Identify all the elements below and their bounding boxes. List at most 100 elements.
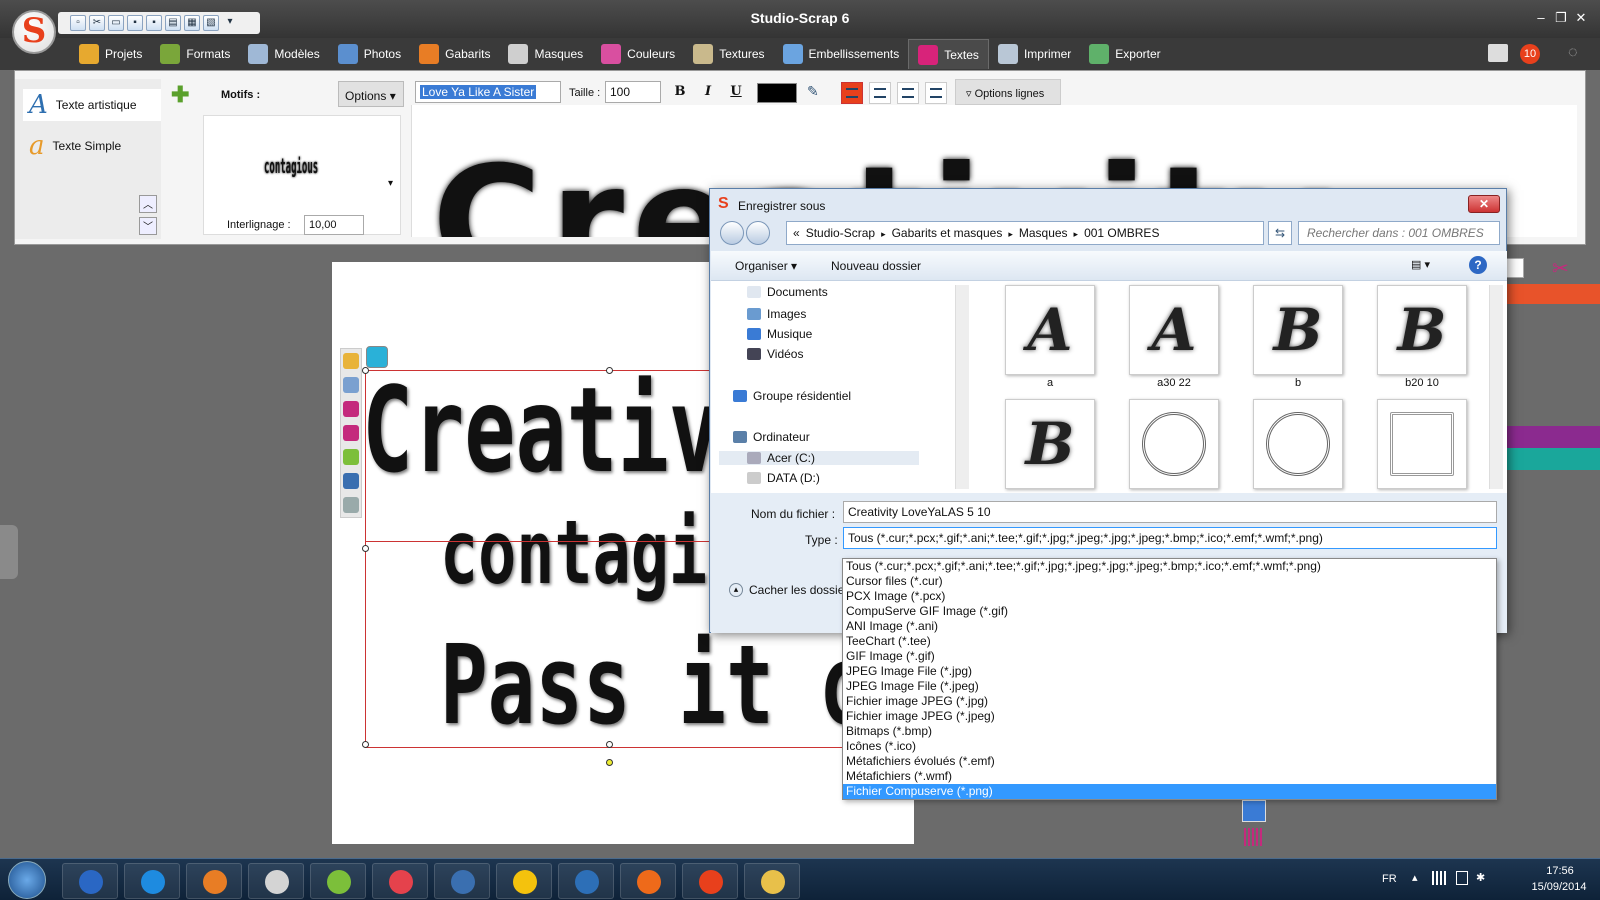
- dialog-close-button[interactable]: ✕: [1468, 195, 1500, 213]
- file-thumbnail[interactable]: [1129, 399, 1219, 489]
- file-name[interactable]: a30 22: [1114, 377, 1234, 389]
- italic-button[interactable]: I: [697, 81, 719, 103]
- underline-button[interactable]: U: [725, 81, 747, 103]
- print-icon[interactable]: ▤: [165, 15, 181, 31]
- options-button[interactable]: Options ▾: [338, 81, 404, 107]
- menu-masques[interactable]: Masques: [499, 39, 592, 69]
- clock-date[interactable]: 15/09/2014: [1524, 881, 1594, 893]
- line-spacing-input[interactable]: 10,00: [304, 215, 364, 235]
- language-indicator[interactable]: FR: [1382, 873, 1397, 885]
- save-as-icon[interactable]: ▪: [146, 15, 162, 31]
- file-thumbnail[interactable]: [1377, 399, 1467, 489]
- taskbar-app[interactable]: [62, 863, 118, 899]
- resize-handle[interactable]: [362, 741, 369, 748]
- menu-couleurs[interactable]: Couleurs: [592, 39, 684, 69]
- file-thumbnail[interactable]: A: [1129, 285, 1219, 375]
- breadcrumb-item[interactable]: Gabarits et masques: [892, 226, 1003, 240]
- menu-textes[interactable]: Textes: [908, 39, 989, 69]
- send-backward-icon[interactable]: [343, 425, 359, 441]
- file-name[interactable]: b20 10: [1362, 377, 1482, 389]
- help-icon[interactable]: ◌: [1568, 44, 1586, 64]
- menu-embellissements[interactable]: Embellissements: [774, 39, 909, 69]
- back-icon[interactable]: [720, 221, 744, 245]
- tree-item[interactable]: DATA (D:): [747, 471, 820, 485]
- file-type-option[interactable]: JPEG Image File (*.jpg): [843, 664, 1496, 679]
- taskbar-app[interactable]: [372, 863, 428, 899]
- file-name[interactable]: b: [1238, 377, 1358, 389]
- lock-icon[interactable]: [343, 353, 359, 369]
- file-thumbnail[interactable]: B: [1005, 399, 1095, 489]
- taskbar-app[interactable]: [682, 863, 738, 899]
- bring-forward-icon[interactable]: [343, 401, 359, 417]
- menu-textures[interactable]: Textures: [684, 39, 773, 69]
- refresh-icon[interactable]: ⇆: [1268, 221, 1292, 245]
- file-type-option[interactable]: Bitmaps (*.bmp): [843, 724, 1496, 739]
- bold-button[interactable]: B: [669, 81, 691, 103]
- menu-imprimer[interactable]: Imprimer: [989, 39, 1080, 69]
- menu-photos[interactable]: Photos: [329, 39, 410, 69]
- tree-item[interactable]: Vidéos: [747, 347, 803, 361]
- restore-icon[interactable]: ❐: [1552, 10, 1570, 26]
- file-type-option[interactable]: Tous (*.cur;*.pcx;*.gif;*.ani;*.tee;*.gi…: [843, 559, 1496, 574]
- hide-folders-button[interactable]: ▴ Cacher les dossiers: [729, 583, 854, 597]
- breadcrumb-separator-icon[interactable]: ▸: [1008, 229, 1013, 239]
- scroll-down-icon[interactable]: ﹀: [139, 217, 157, 235]
- file-type-option[interactable]: PCX Image (*.pcx): [843, 589, 1496, 604]
- chevron-down-icon[interactable]: ▾: [388, 178, 393, 189]
- file-type-option[interactable]: Métafichiers évolués (*.emf): [843, 754, 1496, 769]
- file-type-option[interactable]: JPEG Image File (*.jpeg): [843, 679, 1496, 694]
- file-type-option[interactable]: GIF Image (*.gif): [843, 649, 1496, 664]
- breadcrumb-separator-icon[interactable]: ▸: [881, 229, 886, 239]
- text-simple-button[interactable]: a Texte Simple: [23, 131, 121, 161]
- tree-item[interactable]: Images: [747, 307, 806, 321]
- file-type-option[interactable]: TeeChart (*.tee): [843, 634, 1496, 649]
- taskbar-app[interactable]: [434, 863, 490, 899]
- clock-time[interactable]: 17:56: [1530, 865, 1590, 877]
- breadcrumb-item[interactable]: 001 OMBRES: [1084, 226, 1159, 240]
- size-select[interactable]: 100: [605, 81, 661, 103]
- notification-badge[interactable]: 10: [1520, 44, 1540, 64]
- app-logo[interactable]: S: [12, 10, 56, 54]
- organize-button[interactable]: Organiser ▾: [735, 259, 797, 273]
- breadcrumb-item[interactable]: «: [793, 226, 800, 240]
- add-icon[interactable]: [343, 449, 359, 465]
- taskbar-app[interactable]: [124, 863, 180, 899]
- font-select[interactable]: Love Ya Like A Sister: [415, 81, 561, 103]
- file-thumbnail[interactable]: A: [1005, 285, 1095, 375]
- menu-formats[interactable]: Formats: [151, 39, 239, 69]
- notes-icon[interactable]: [1488, 44, 1508, 62]
- text-artistic-button[interactable]: A Texte artistique: [23, 89, 161, 121]
- help-icon[interactable]: ?: [1469, 256, 1487, 274]
- scissors-icon[interactable]: ✂: [1552, 256, 1569, 281]
- export-icon[interactable]: ▦: [184, 15, 200, 31]
- save-icon[interactable]: ▪: [127, 15, 143, 31]
- resize-handle[interactable]: [606, 741, 613, 748]
- justify-button[interactable]: [925, 82, 947, 104]
- file-thumbnail[interactable]: B: [1377, 285, 1467, 375]
- align-right-button[interactable]: [897, 82, 919, 104]
- file-type-option[interactable]: Fichier image JPEG (*.jpeg): [843, 709, 1496, 724]
- tree-item[interactable]: Acer (C:): [719, 451, 919, 465]
- file-type-option[interactable]: CompuServe GIF Image (*.gif): [843, 604, 1496, 619]
- file-type-option[interactable]: Métafichiers (*.wmf): [843, 769, 1496, 784]
- rotate-handle[interactable]: [606, 759, 613, 766]
- file-type-option[interactable]: ANI Image (*.ani): [843, 619, 1496, 634]
- view-icon[interactable]: ▤ ▾: [1411, 258, 1445, 274]
- add-motif-icon[interactable]: ✚: [171, 84, 193, 107]
- align-center-button[interactable]: [869, 82, 891, 104]
- forward-icon[interactable]: [746, 221, 770, 245]
- taskbar-app[interactable]: [186, 863, 242, 899]
- properties-icon[interactable]: [343, 497, 359, 513]
- shadow-icon[interactable]: [343, 473, 359, 489]
- breadcrumb-item[interactable]: Studio-Scrap: [806, 226, 875, 240]
- align-left-button[interactable]: [841, 82, 863, 104]
- file-type-option[interactable]: Icônes (*.ico): [843, 739, 1496, 754]
- chevron-down-icon[interactable]: ▾: [222, 15, 238, 31]
- network-icon[interactable]: ✱: [1476, 871, 1490, 885]
- close-icon[interactable]: ✕: [1572, 10, 1590, 26]
- left-panel-toggle[interactable]: [0, 525, 18, 579]
- type-select[interactable]: Tous (*.cur;*.pcx;*.gif;*.ani;*.tee;*.gi…: [843, 527, 1497, 549]
- tray-up-icon[interactable]: ▴: [1412, 871, 1418, 884]
- file-type-option[interactable]: Cursor files (*.cur): [843, 574, 1496, 589]
- taskbar-app[interactable]: [248, 863, 304, 899]
